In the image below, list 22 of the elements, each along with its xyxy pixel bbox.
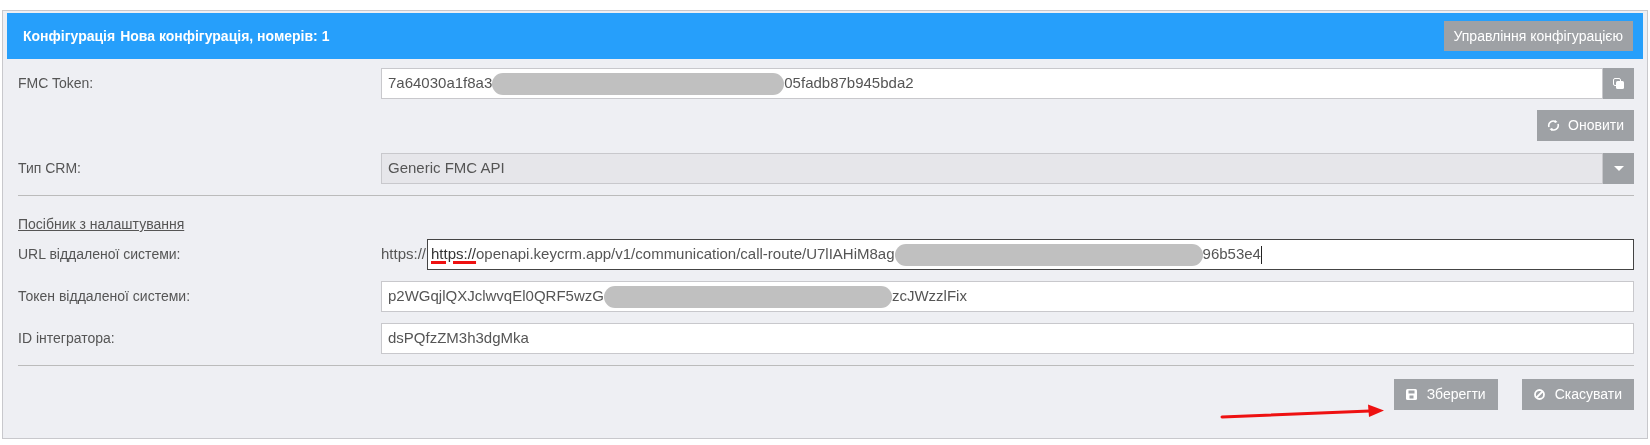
- field-label: Тип CRM:: [18, 159, 82, 178]
- field-label: ID інтегратора:: [18, 329, 116, 348]
- field-label: URL віддаленої системи:: [18, 245, 182, 264]
- header-subtitle: Нова конфігурація, номерів: 1: [120, 26, 330, 46]
- input-field[interactable]: https://openapi.keycrm.app/v1/communication/call-route/U7lIAHiM8ag 96b53e4: [427, 239, 1634, 270]
- select-field[interactable]: Generic FMC API: [381, 153, 1603, 184]
- copy-icon: [1613, 78, 1624, 89]
- cancel-icon: [1533, 389, 1545, 400]
- caret-icon: [1613, 166, 1624, 171]
- copy-button[interactable]: [1603, 68, 1634, 99]
- header-title: Конфігурація: [23, 26, 116, 46]
- struck-text: https://: [431, 244, 477, 265]
- text-cursor: [1260, 245, 1262, 264]
- guide-link[interactable]: Посібник з налаштування: [18, 216, 185, 232]
- input-field[interactable]: dsPQfzZM3h3dgMka: [381, 323, 1634, 354]
- field-label: Токен віддаленої системи:: [18, 287, 192, 306]
- field-label: FMC Token:: [18, 74, 95, 93]
- dropdown-button[interactable]: [1603, 153, 1634, 184]
- refresh-icon: [1547, 119, 1561, 132]
- url-prefix: https://: [381, 244, 427, 265]
- input-field[interactable]: p2WGqjlQXJclwvqEl0QRF5wzG zcJWzzlFix: [381, 281, 1634, 312]
- input-field[interactable]: 7a64030a1f8a3 05fadb87b945bda2: [381, 68, 1603, 99]
